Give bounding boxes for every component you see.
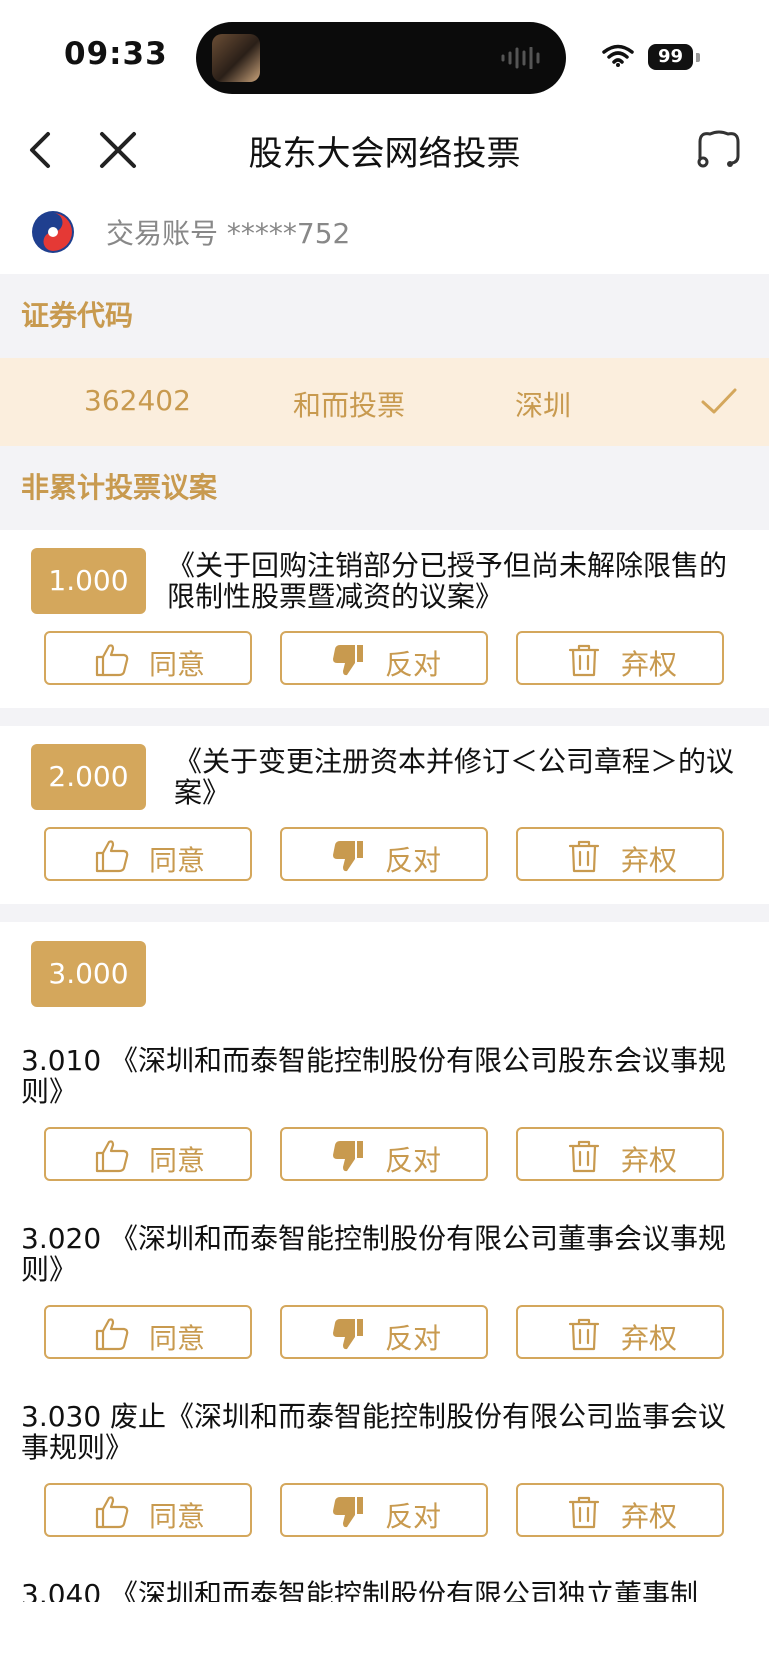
- abstain-label: 弃权: [621, 648, 678, 681]
- audio-wave-icon: [501, 47, 540, 69]
- status-time: 09:33: [64, 36, 168, 72]
- abstain-button[interactable]: 弃权: [516, 1127, 724, 1181]
- thumbs-down-icon: [333, 645, 363, 676]
- thumbs-down-icon: [333, 1141, 363, 1172]
- agree-button[interactable]: 同意: [44, 1127, 252, 1181]
- motion-card-1: 1.000 《关于回购注销部分已授予但尚未解除限售的 限制性股票暨减资的议案》 …: [0, 530, 769, 708]
- vote-buttons: 同意 反对 弃权: [0, 1305, 769, 1361]
- sub-motion-title: 3.030 废止《深圳和而泰智能控制股份有限公司监事会议 事规则》: [21, 1401, 726, 1463]
- motion-title-line: 案》: [174, 776, 231, 809]
- trash-icon: [568, 644, 600, 677]
- abstain-label: 弃权: [621, 1144, 678, 1177]
- motion-title: 《关于回购注销部分已授予但尚未解除限售的 限制性股票暨减资的议案》: [167, 550, 727, 612]
- trading-account-number: 交易账号 *****752: [106, 217, 351, 250]
- agree-label: 同意: [149, 1322, 206, 1355]
- back-arrow-icon[interactable]: [22, 128, 62, 172]
- abstain-label: 弃权: [621, 1322, 678, 1355]
- trash-icon: [568, 840, 600, 873]
- security-row-selected[interactable]: 362402 和而投票 深圳: [0, 358, 769, 446]
- motion-title-line: 3.020 《深圳和而泰智能控制股份有限公司董事会议事规: [21, 1222, 727, 1255]
- customer-service-icon[interactable]: [694, 126, 744, 172]
- now-playing-thumbnail: [212, 34, 260, 82]
- motion-title-line: 限制性股票暨减资的议案》: [167, 580, 504, 613]
- trash-icon: [568, 1496, 600, 1529]
- card-divider: [0, 904, 769, 922]
- wifi-icon: [602, 44, 634, 67]
- motion-title-line: 3.040 《深圳和而泰智能控制股份有限公司独立董事制: [21, 1579, 699, 1602]
- thumbs-down-icon: [333, 1319, 363, 1350]
- trash-icon: [568, 1140, 600, 1173]
- vote-buttons: 同意 反对 弃权: [0, 1127, 769, 1183]
- card-divider: [0, 708, 769, 726]
- motion-title-line: 3.010 《深圳和而泰智能控制股份有限公司股东会议事规: [21, 1044, 727, 1077]
- thumbs-up-icon: [95, 1140, 129, 1173]
- battery-indicator: 99: [648, 44, 693, 70]
- trash-icon: [568, 1318, 600, 1351]
- account-row: 交易账号 *****752: [0, 190, 769, 274]
- thumbs-down-icon: [333, 841, 363, 872]
- abstain-label: 弃权: [621, 1500, 678, 1533]
- oppose-button[interactable]: 反对: [280, 1127, 488, 1181]
- abstain-button[interactable]: 弃权: [516, 827, 724, 881]
- vote-buttons: 同意 反对 弃权: [0, 827, 769, 883]
- sub-motion-title: 3.020 《深圳和而泰智能控制股份有限公司董事会议事规 则》: [21, 1223, 726, 1285]
- oppose-label: 反对: [385, 1144, 442, 1177]
- dynamic-island: [196, 22, 566, 94]
- thumbs-up-icon: [95, 840, 129, 873]
- motion-title-line: 《关于变更注册资本并修订＜公司章程＞的议: [174, 745, 735, 778]
- thumbs-up-icon: [95, 644, 129, 677]
- abstain-button[interactable]: 弃权: [516, 1305, 724, 1359]
- section-header-non-cumulative: 非累计投票议案: [0, 446, 769, 530]
- motion-title-line: 3.030 废止《深圳和而泰智能控制股份有限公司监事会议: [21, 1400, 727, 1433]
- oppose-label: 反对: [385, 1500, 442, 1533]
- security-name: 和而投票: [293, 389, 406, 422]
- close-icon[interactable]: [96, 128, 140, 172]
- agree-button[interactable]: 同意: [44, 1483, 252, 1537]
- agree-button[interactable]: 同意: [44, 1305, 252, 1359]
- abstain-button[interactable]: 弃权: [516, 631, 724, 685]
- agree-label: 同意: [149, 1144, 206, 1177]
- motion-number-badge: 2.000: [31, 744, 146, 810]
- oppose-label: 反对: [385, 844, 442, 877]
- broker-logo: [32, 211, 74, 253]
- motion-card-2: 2.000 《关于变更注册资本并修订＜公司章程＞的议 案》 同意 反对 弃权: [0, 726, 769, 904]
- thumbs-down-icon: [333, 1497, 363, 1528]
- motion-card-3: 3.000 3.010 《深圳和而泰智能控制股份有限公司股东会议事规 则》 同意…: [0, 922, 769, 1602]
- battery-tip: [696, 53, 700, 62]
- agree-label: 同意: [149, 844, 206, 877]
- section-header-securities-code: 证券代码: [0, 274, 769, 358]
- security-market: 深圳: [515, 389, 572, 422]
- motion-number-badge: 1.000: [31, 548, 146, 614]
- thumbs-up-icon: [95, 1318, 129, 1351]
- agree-button[interactable]: 同意: [44, 631, 252, 685]
- sub-motion-title: 3.010 《深圳和而泰智能控制股份有限公司股东会议事规 则》: [21, 1045, 726, 1107]
- motion-title-line: 事规则》: [21, 1431, 134, 1464]
- oppose-button[interactable]: 反对: [280, 1305, 488, 1359]
- security-code: 362402: [84, 384, 191, 417]
- status-bar: 09:33 99: [0, 0, 769, 110]
- motion-title-line: 则》: [21, 1075, 78, 1108]
- vote-buttons: 同意 反对 弃权: [0, 631, 769, 687]
- oppose-label: 反对: [385, 1322, 442, 1355]
- sub-motion-title: 3.040 《深圳和而泰智能控制股份有限公司独立董事制: [21, 1579, 698, 1602]
- motion-title-line: 《关于回购注销部分已授予但尚未解除限售的: [167, 549, 728, 582]
- abstain-button[interactable]: 弃权: [516, 1483, 724, 1537]
- vote-buttons: 同意 反对 弃权: [0, 1483, 769, 1539]
- motion-title: 《关于变更注册资本并修订＜公司章程＞的议 案》: [174, 746, 734, 808]
- oppose-button[interactable]: 反对: [280, 1483, 488, 1537]
- agree-button[interactable]: 同意: [44, 827, 252, 881]
- nav-bar: 股东大会网络投票: [0, 110, 769, 190]
- abstain-label: 弃权: [621, 844, 678, 877]
- agree-label: 同意: [149, 648, 206, 681]
- oppose-button[interactable]: 反对: [280, 631, 488, 685]
- check-icon: [701, 388, 737, 414]
- agree-label: 同意: [149, 1500, 206, 1533]
- oppose-button[interactable]: 反对: [280, 827, 488, 881]
- oppose-label: 反对: [385, 648, 442, 681]
- thumbs-up-icon: [95, 1496, 129, 1529]
- motion-number-badge: 3.000: [31, 941, 146, 1007]
- motion-title-line: 则》: [21, 1253, 78, 1286]
